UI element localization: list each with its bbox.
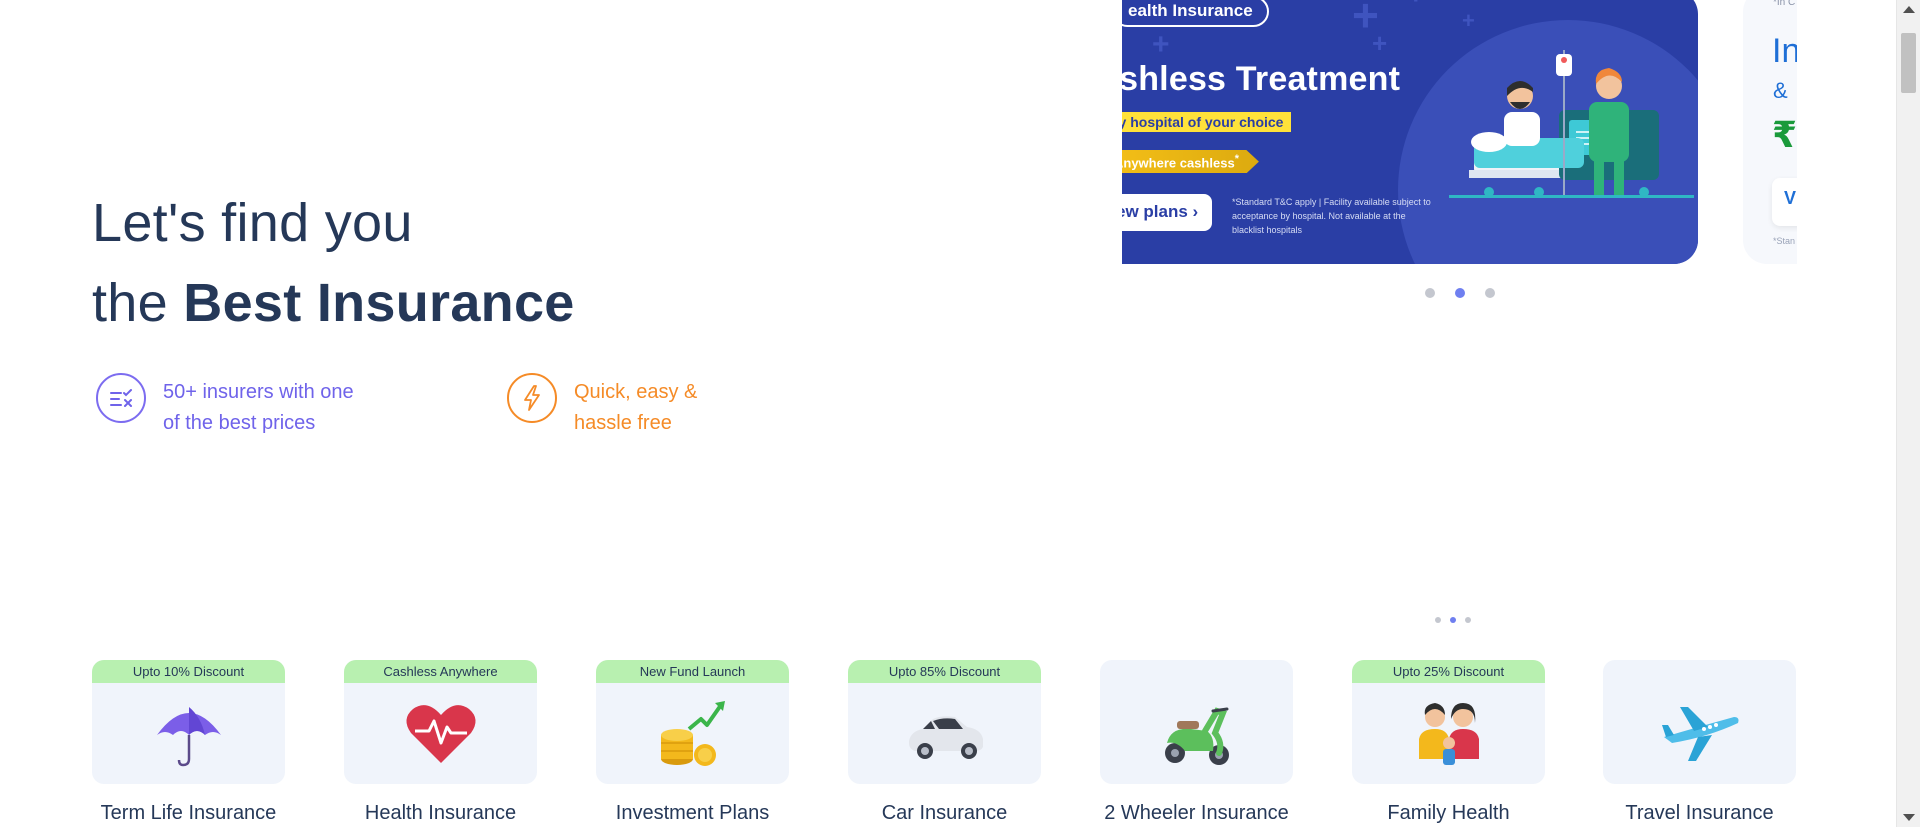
banner-ribbon-sup: *: [1234, 153, 1239, 165]
scrollbar-thumb[interactable]: [1901, 33, 1916, 93]
feature-quick-line1: Quick, easy &: [574, 381, 698, 403]
product-investment[interactable]: New Fund Launch Investment Plans: [596, 660, 789, 825]
product-card[interactable]: [1100, 660, 1293, 784]
banner-headline: ashless Treatment: [1122, 60, 1401, 98]
banner-next-button[interactable]: V: [1772, 178, 1797, 226]
banner-next-small-text: *In C the p: [1773, 0, 1797, 8]
product-car[interactable]: Upto 85% Discount Car Insurance: [848, 660, 1041, 825]
product-name[interactable]: Health Insurance: [344, 802, 537, 825]
feature-quick: Quick, easy & hassle free: [507, 373, 697, 439]
scroll-up-icon[interactable]: [1903, 6, 1915, 13]
feature-insurers-line2: of the best prices: [163, 412, 316, 434]
compare-list-icon: [96, 373, 146, 423]
feature-insurers-line1: 50+ insurers with one: [163, 381, 354, 403]
product-card[interactable]: Cashless Anywhere: [344, 660, 537, 784]
banner-next-big-text: In: [1772, 32, 1797, 70]
carousel-dot-1[interactable]: [1425, 288, 1435, 298]
banner-health-cashless[interactable]: + + + + + ealth Insurance t ashless Trea…: [1122, 0, 1698, 264]
feature-quick-text: Quick, easy & hassle free: [574, 377, 697, 439]
plus-decoration-icon: +: [1152, 28, 1170, 61]
product-card[interactable]: Upto 10% Discount: [92, 660, 285, 784]
scroll-down-icon[interactable]: [1903, 814, 1915, 821]
banner-next-footnote: *Stan: [1773, 236, 1796, 246]
hero-heading-line2: the Best Insurance: [92, 272, 575, 334]
view-plans-button[interactable]: ew plans ›: [1122, 194, 1213, 231]
banner-disclaimer: *Standard T&C apply | Facility available…: [1232, 197, 1431, 235]
banner-highlight: ny hospital of your choice: [1122, 112, 1292, 132]
carousel-dots: [1425, 288, 1495, 298]
section-dots: [1435, 617, 1471, 623]
carousel-dot-3[interactable]: [1485, 288, 1495, 298]
product-name[interactable]: Family Health: [1352, 802, 1545, 825]
product-card[interactable]: Upto 25% Discount: [1352, 660, 1545, 784]
section-dot-3[interactable]: [1465, 617, 1471, 623]
chevron-right-icon: ›: [1192, 202, 1199, 221]
banner-ribbon-text: Anywhere cashless: [1122, 155, 1235, 171]
feature-insurers: 50+ insurers with one of the best prices: [96, 373, 354, 439]
plus-decoration-icon: +: [1372, 28, 1388, 58]
product-badge: Upto 25% Discount: [1352, 660, 1545, 683]
scooter-icon: [1152, 693, 1242, 773]
banner-ribbon: Anywhere cashless*: [1122, 150, 1259, 174]
airplane-icon: [1655, 693, 1745, 773]
car-icon: [900, 693, 990, 773]
rupee-icon: ₹: [1772, 114, 1797, 155]
product-term-life[interactable]: Upto 10% Discount Term Life Insurance: [92, 660, 285, 825]
hero-heading-bold: Best Insurance: [183, 273, 575, 333]
feature-quick-line2: hassle free: [574, 412, 672, 434]
product-family-health[interactable]: Upto 25% Discount Family Health: [1352, 660, 1545, 825]
plus-decoration-icon: +: [1407, 0, 1425, 10]
banner-next-amp: &: [1773, 78, 1788, 103]
product-name[interactable]: 2 Wheeler Insurance: [1100, 802, 1293, 825]
umbrella-icon: [144, 693, 234, 773]
hospital-bed-illustration: [1449, 50, 1694, 198]
feature-insurers-text: 50+ insurers with one of the best prices: [163, 377, 354, 439]
product-badge: Cashless Anywhere: [344, 660, 537, 683]
hero-heading-line1: Let's find you: [92, 193, 413, 253]
page-scrollbar[interactable]: [1896, 0, 1920, 827]
product-name[interactable]: Travel Insurance: [1603, 802, 1796, 825]
banner-carousel[interactable]: + + + + + ealth Insurance t ashless Trea…: [1122, 0, 1797, 266]
product-badge: New Fund Launch: [596, 660, 789, 683]
product-travel[interactable]: Travel Insurance: [1603, 660, 1796, 825]
lightning-icon: [507, 373, 557, 423]
section-dot-1[interactable]: [1435, 617, 1441, 623]
product-card[interactable]: Upto 85% Discount: [848, 660, 1041, 784]
product-name[interactable]: Car Insurance: [848, 802, 1041, 825]
product-two-wheeler[interactable]: 2 Wheeler Insurance: [1100, 660, 1293, 825]
banner-tag: ealth Insurance: [1122, 0, 1269, 27]
heart-pulse-icon: [396, 693, 486, 773]
product-list: Upto 10% Discount Term Life Insurance Ca…: [92, 660, 1796, 827]
carousel-dot-2[interactable]: [1455, 288, 1465, 298]
family-icon: [1404, 693, 1494, 773]
view-plans-label: ew plans: [1122, 202, 1188, 221]
product-card[interactable]: New Fund Launch: [596, 660, 789, 784]
hero-heading-prefix: the: [92, 273, 184, 333]
section-dot-2[interactable]: [1450, 617, 1456, 623]
product-name[interactable]: Investment Plans: [596, 802, 789, 825]
product-name[interactable]: Term Life Insurance: [92, 802, 285, 825]
coins-growth-icon: [648, 693, 738, 773]
product-badge: Upto 10% Discount: [92, 660, 285, 683]
product-card[interactable]: [1603, 660, 1796, 784]
product-health[interactable]: Cashless Anywhere Health Insurance: [344, 660, 537, 825]
banner-next-peek[interactable]: *In C the p In & ₹ V *Stan: [1743, 0, 1797, 264]
product-badge: Upto 85% Discount: [848, 660, 1041, 683]
